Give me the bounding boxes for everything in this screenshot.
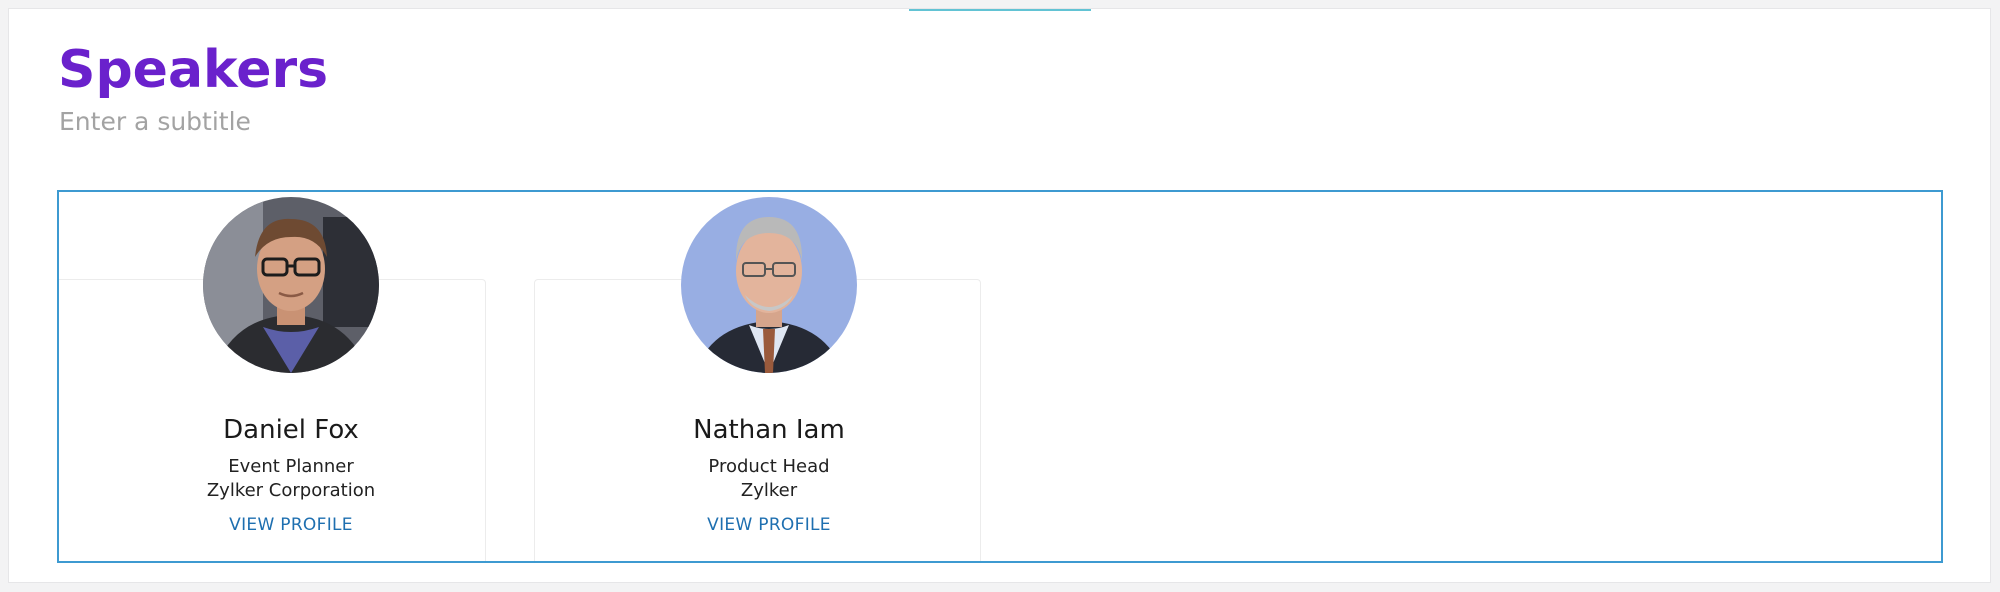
speaker-company: Zylker Corporation (206, 480, 376, 501)
page-frame: Speakers Enter a subtitle Daniel Fox Eve… (8, 8, 1991, 583)
speaker-avatar[interactable] (681, 197, 857, 373)
speaker-company: Zylker (740, 480, 798, 501)
speaker-avatar[interactable] (203, 197, 379, 373)
speaker-name: Daniel Fox (223, 415, 359, 445)
speaker-role: Product Head (708, 456, 830, 477)
speaker-photo-daniel-fox (203, 197, 379, 373)
speaker-name: Nathan Iam (693, 415, 845, 445)
speakers-block[interactable]: Daniel Fox Event Planner Zylker Corporat… (57, 190, 1943, 563)
speaker-role: Event Planner (228, 456, 354, 477)
section-title[interactable]: Speakers (58, 37, 328, 105)
top-indicator (909, 9, 1091, 11)
view-profile-link[interactable]: VIEW PROFILE (569, 515, 969, 535)
speaker-photo-nathan-iam (681, 197, 857, 373)
section-subtitle[interactable]: Enter a subtitle (59, 106, 251, 139)
view-profile-link[interactable]: VIEW PROFILE (91, 515, 491, 535)
